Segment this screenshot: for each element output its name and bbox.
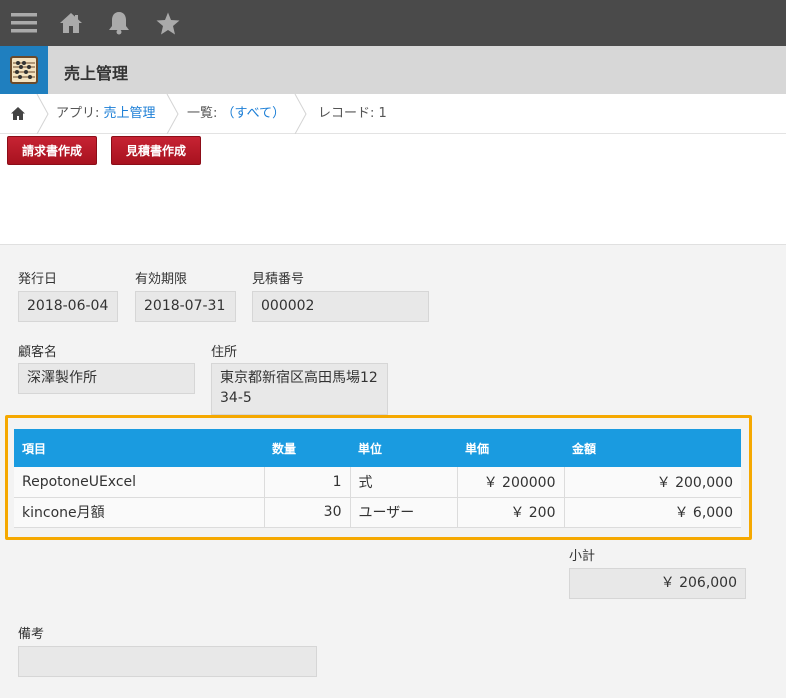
item-cell: kincone月額	[14, 497, 265, 528]
table-header-row: 項目 数量 単位 単価 金額	[14, 429, 741, 467]
subtotal-label: 小計	[569, 549, 596, 564]
table-row: RepotoneUExcel 1 式 ￥ 200000 ￥ 200,000	[14, 467, 741, 498]
unit-cell: ユーザー	[350, 497, 458, 528]
expiry-date-field: 2018-07-31	[135, 291, 236, 322]
home-icon[interactable]	[58, 10, 84, 36]
issue-date-field: 2018-06-04	[18, 291, 118, 322]
notes-label: 備考	[18, 627, 45, 642]
items-table-highlight: 項目 数量 単位 単価 金額 RepotoneUExcel 1 式 ￥ 2000…	[5, 415, 752, 540]
create-quote-button[interactable]: 見積書作成	[111, 136, 201, 165]
global-header	[0, 0, 786, 46]
breadcrumb-app-link[interactable]: 売上管理	[104, 106, 156, 121]
abacus-icon[interactable]	[0, 46, 48, 94]
star-icon[interactable]	[155, 10, 181, 36]
table-row: kincone月額 30 ユーザー ￥ 200 ￥ 6,000	[14, 497, 741, 528]
quote-number-label: 見積番号	[252, 272, 305, 287]
issue-date-label: 発行日	[18, 272, 58, 287]
unit-price-cell: ￥ 200	[457, 497, 565, 528]
item-cell: RepotoneUExcel	[14, 467, 265, 498]
column-header-item: 項目	[14, 429, 264, 467]
quantity-cell: 1	[264, 467, 351, 498]
unit-price-cell: ￥ 200000	[457, 467, 565, 498]
breadcrumb-record: レコード: 1	[318, 106, 387, 121]
expiry-date-label: 有効期限	[135, 272, 188, 287]
address-field: 東京都新宿区高田馬場1234-5	[211, 363, 388, 415]
quote-number-field: 000002	[252, 291, 429, 322]
amount-cell: ￥ 200,000	[564, 467, 741, 498]
breadcrumb-home-icon[interactable]	[10, 94, 26, 134]
action-area: 請求書作成 見積書作成	[0, 134, 786, 245]
subtotal-field: ￥ 206,000	[569, 568, 746, 599]
breadcrumb-list-link[interactable]: （すべて）	[222, 106, 286, 121]
breadcrumb-app-prefix: アプリ:	[56, 106, 104, 121]
column-header-unit: 単位	[350, 429, 457, 467]
app-title: 売上管理	[64, 64, 129, 83]
column-header-quantity: 数量	[264, 429, 350, 467]
customer-name-label: 顧客名	[18, 345, 58, 360]
address-label: 住所	[211, 345, 238, 360]
breadcrumb: アプリ: 売上管理 一覧: （すべて） レコード: 1	[0, 94, 786, 134]
column-header-unit-price: 単価	[457, 429, 564, 467]
customer-name-field: 深澤製作所	[18, 363, 195, 394]
create-invoice-button[interactable]: 請求書作成	[7, 136, 97, 165]
breadcrumb-list: 一覧: （すべて）	[187, 94, 285, 134]
notes-field	[18, 646, 317, 677]
quantity-cell: 30	[264, 497, 351, 528]
app-header: 売上管理	[0, 46, 786, 94]
unit-cell: 式	[350, 467, 458, 498]
amount-cell: ￥ 6,000	[564, 497, 741, 528]
menu-icon[interactable]	[11, 10, 37, 36]
items-table: 項目 数量 単位 単価 金額 RepotoneUExcel 1 式 ￥ 2000…	[14, 429, 741, 528]
breadcrumb-list-prefix: 一覧:	[187, 106, 222, 121]
breadcrumb-app: アプリ: 売上管理	[56, 94, 156, 134]
breadcrumb-separator-icon	[36, 94, 49, 134]
breadcrumb-separator-icon	[294, 94, 307, 134]
bell-icon[interactable]	[106, 10, 132, 36]
column-header-amount: 金額	[564, 429, 741, 467]
breadcrumb-separator-icon	[166, 94, 179, 134]
